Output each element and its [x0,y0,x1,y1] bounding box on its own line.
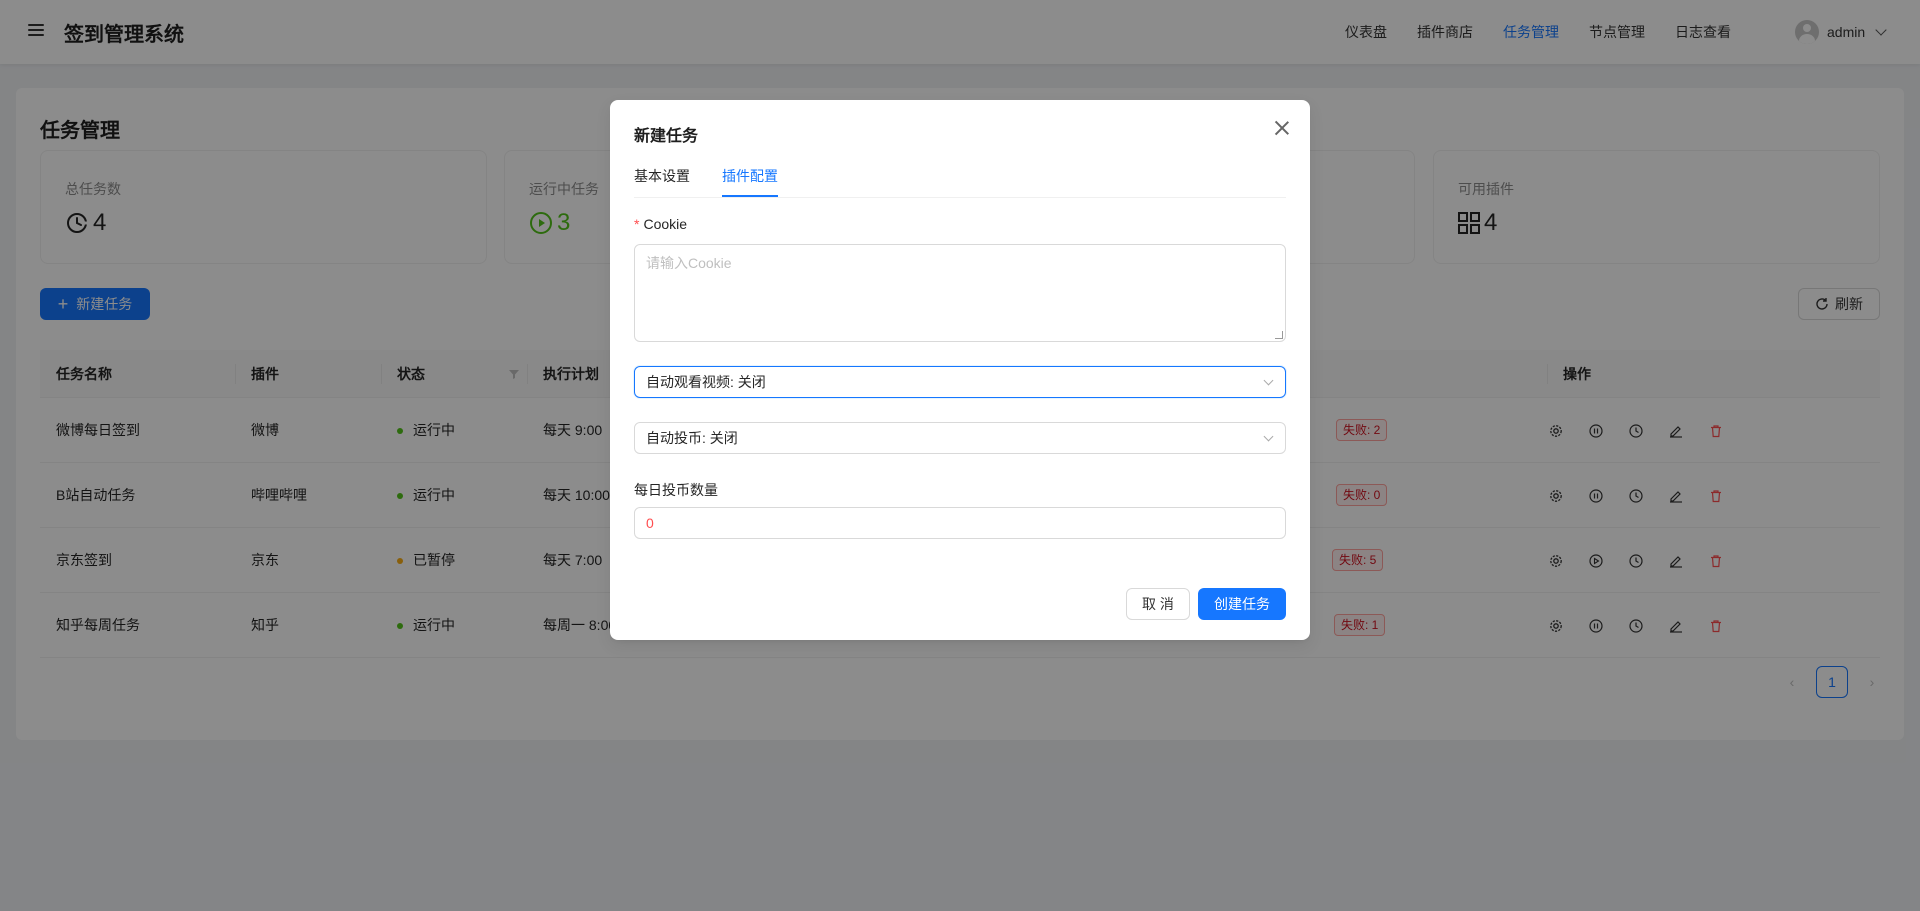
close-icon[interactable] [1274,120,1290,136]
create-task-button[interactable]: 创建任务 [1198,588,1286,620]
cookie-label: * Cookie [634,216,687,232]
cookie-textarea[interactable]: 请输入Cookie [634,244,1286,342]
chevron-down-icon [1263,431,1274,442]
daily-coin-input[interactable]: 0 [634,507,1286,539]
tab-plugin-config[interactable]: 插件配置 [722,166,778,186]
modal-tabs: 基本设置 插件配置 [634,156,1286,198]
chevron-down-icon [1263,375,1274,386]
cookie-placeholder: 请输入Cookie [646,255,732,271]
tab-basic-settings[interactable]: 基本设置 [634,166,690,186]
select-value: 自动观看视频: 关闭 [646,374,766,390]
modal-title: 新建任务 [634,128,699,145]
new-task-modal: 新建任务 基本设置 插件配置 * Cookie 请输入Cookie 自动观看视频:… [610,100,1310,640]
resize-handle-icon[interactable] [1275,331,1283,339]
select-value: 自动投币: 关闭 [646,430,738,446]
auto-coin-select[interactable]: 自动投币: 关闭 [634,422,1286,454]
tab-ink-bar [722,195,778,197]
cancel-button[interactable]: 取 消 [1126,588,1190,620]
required-mark: * [634,216,640,232]
auto-watch-video-select[interactable]: 自动观看视频: 关闭 [634,366,1286,398]
cookie-label-text: Cookie [643,216,688,232]
daily-coin-label: 每日投币数量 [634,482,718,498]
